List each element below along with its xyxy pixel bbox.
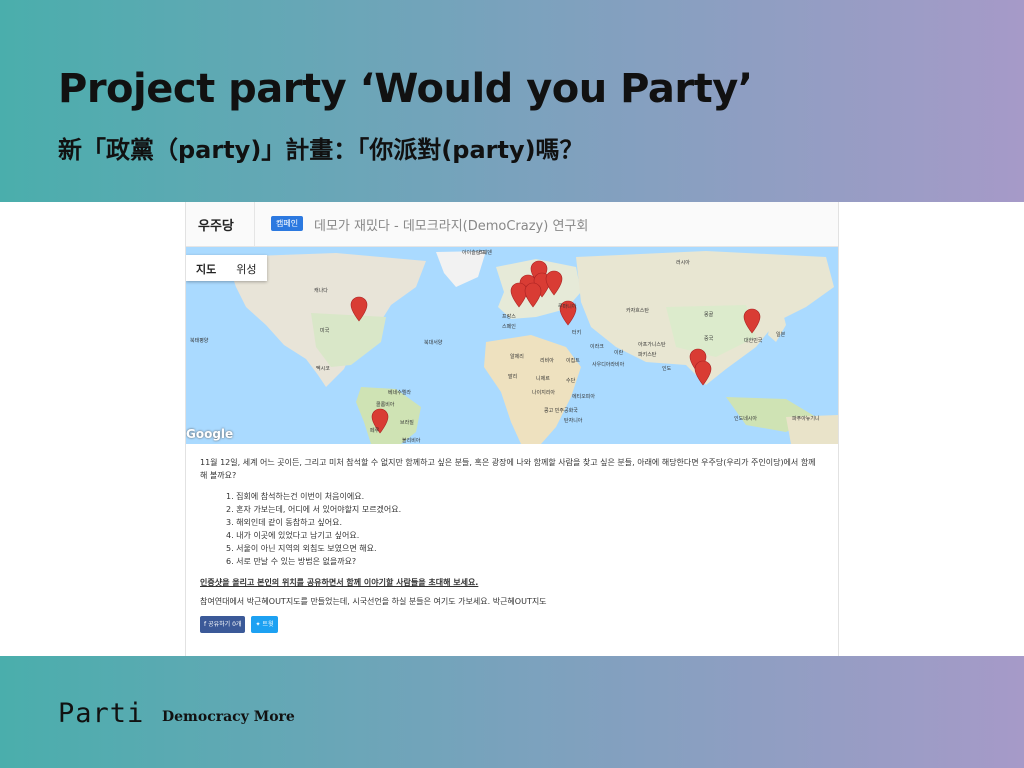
map-label: 수단 bbox=[566, 378, 576, 384]
map-view-button[interactable]: 지도 bbox=[186, 255, 226, 281]
website-screenshot: 우주당 캠페인 데모가 재밌다 - 데모크라지(DemoCrazy) 연구회 지… bbox=[185, 202, 839, 656]
satellite-view-button[interactable]: 위성 bbox=[226, 255, 266, 281]
map-label: 페루 bbox=[370, 428, 380, 434]
page-title: 데모가 재밌다 - 데모크라지(DemoCrazy) 연구회 bbox=[314, 219, 589, 234]
map-label: 스페인 bbox=[502, 324, 516, 330]
site-header: 우주당 캠페인 데모가 재밌다 - 데모크라지(DemoCrazy) 연구회 bbox=[186, 202, 838, 247]
map-label: 탄자니아 bbox=[564, 418, 583, 424]
site-brand[interactable]: 우주당 bbox=[198, 215, 234, 234]
map-label: 말리 bbox=[508, 374, 518, 380]
invite-text: 인증샷을 올리고 본인의 위치를 공유하면서 함께 이야기할 사람들을 초대해 … bbox=[200, 578, 479, 587]
facebook-share-button[interactable]: f 공유하기 0개 bbox=[200, 616, 246, 633]
parti-logo: Parti bbox=[58, 698, 145, 729]
facebook-icon: f bbox=[204, 621, 207, 628]
google-logo: Google bbox=[186, 427, 234, 441]
map-label: 루마니아 bbox=[558, 304, 577, 310]
facebook-share-label: 공유하기 0개 bbox=[208, 621, 242, 628]
map-label: 파푸아뉴기니 bbox=[792, 416, 820, 422]
map-label: 인도네시아 bbox=[734, 416, 758, 422]
map-label: 멕시코 bbox=[316, 366, 330, 372]
map-label: 북태평양 bbox=[190, 338, 209, 344]
map-label: 캐나다 bbox=[314, 288, 328, 294]
campaign-description: 11월 12일, 세계 어느 곳이든, 그리고 미처 참석할 수 없지만 함께하… bbox=[200, 456, 825, 633]
map-label: 몽골 bbox=[704, 312, 714, 318]
list-item: 1. 집회에 참석하는건 이번이 처음이에요. bbox=[226, 492, 365, 501]
slide-subtitle: 新「政黨（party)」計畫：「你派對(party)嗎？ bbox=[58, 136, 584, 164]
map-label: 에티오피아 bbox=[572, 394, 596, 400]
list-item: 4. 내가 이곳에 있었다고 남기고 싶어요. bbox=[226, 531, 360, 540]
map-label: 브라질 bbox=[400, 420, 414, 426]
map-label: 대한민국 bbox=[744, 338, 763, 344]
map-label: 아프가니스탄 bbox=[638, 342, 666, 348]
map-label: 카자흐스탄 bbox=[626, 308, 650, 314]
map-label: 볼리비아 bbox=[402, 438, 421, 444]
footer-band bbox=[0, 656, 1024, 768]
map-label: 알제리 bbox=[510, 354, 524, 360]
reason-list: 1. 집회에 참석하는건 이번이 처음이에요. 2. 혼자 가보는데, 어디에 … bbox=[200, 490, 825, 568]
map-label: 터키 bbox=[572, 330, 582, 336]
share-buttons: f 공유하기 0개 ✦ 트윗 bbox=[200, 616, 825, 633]
map-label: 리비아 bbox=[540, 358, 554, 364]
list-item: 2. 혼자 가보는데, 어디에 서 있어야할지 모르겠어요. bbox=[226, 505, 402, 514]
list-item: 3. 해외인데 같이 동참하고 싶어요. bbox=[226, 518, 343, 527]
map-type-toggle: 지도 위성 bbox=[186, 255, 267, 281]
list-item: 5. 서울이 아닌 지역의 외침도 보였으면 해요. bbox=[226, 544, 377, 553]
map-label: 니제르 bbox=[536, 376, 550, 382]
map-label: 나이지리아 bbox=[532, 390, 556, 396]
map-label: 미국 bbox=[320, 328, 330, 334]
map-label: 베네수엘라 bbox=[388, 390, 412, 396]
map-label: 프랑스 bbox=[502, 314, 516, 320]
note-text: 참여연대에서 박근혜OUT지도를 만들었는데, 시국선언을 하실 분들은 여기도… bbox=[200, 597, 547, 606]
list-item: 6. 서로 만날 수 있는 방법은 없을까요? bbox=[226, 557, 357, 566]
map-label: 이라크 bbox=[590, 344, 604, 350]
twitter-share-button[interactable]: ✦ 트윗 bbox=[251, 616, 278, 633]
campaign-badge: 캠페인 bbox=[271, 216, 304, 231]
world-map[interactable]: 지도 위성 Google 스웨덴 러시아 아이슬란드 캐나다 미국 멕시코 북대… bbox=[186, 247, 838, 444]
slide-title: Project party ‘Would you Party’ bbox=[58, 66, 753, 112]
map-label: 일본 bbox=[776, 332, 786, 338]
map-label: 콜롬비아 bbox=[376, 402, 395, 408]
map-label: 파키스탄 bbox=[638, 352, 657, 358]
map-label: 콩고 민주공화국 bbox=[544, 408, 578, 414]
map-label: 러시아 bbox=[676, 260, 690, 266]
map-label: 이집트 bbox=[566, 358, 580, 364]
map-label: 아이슬란드 bbox=[462, 250, 486, 256]
map-label: 중국 bbox=[704, 336, 714, 342]
map-label: 이란 bbox=[614, 350, 624, 356]
map-label: 북대서양 bbox=[424, 340, 443, 346]
header-divider bbox=[254, 202, 255, 246]
twitter-share-label: 트윗 bbox=[262, 621, 274, 628]
tagline: Democracy More bbox=[162, 709, 295, 725]
map-label: 인도 bbox=[662, 366, 672, 372]
intro-paragraph: 11월 12일, 세계 어느 곳이든, 그리고 미처 참석할 수 없지만 함께하… bbox=[200, 458, 816, 480]
twitter-icon: ✦ bbox=[255, 621, 261, 628]
map-label: 사우디아라비아 bbox=[592, 362, 625, 368]
